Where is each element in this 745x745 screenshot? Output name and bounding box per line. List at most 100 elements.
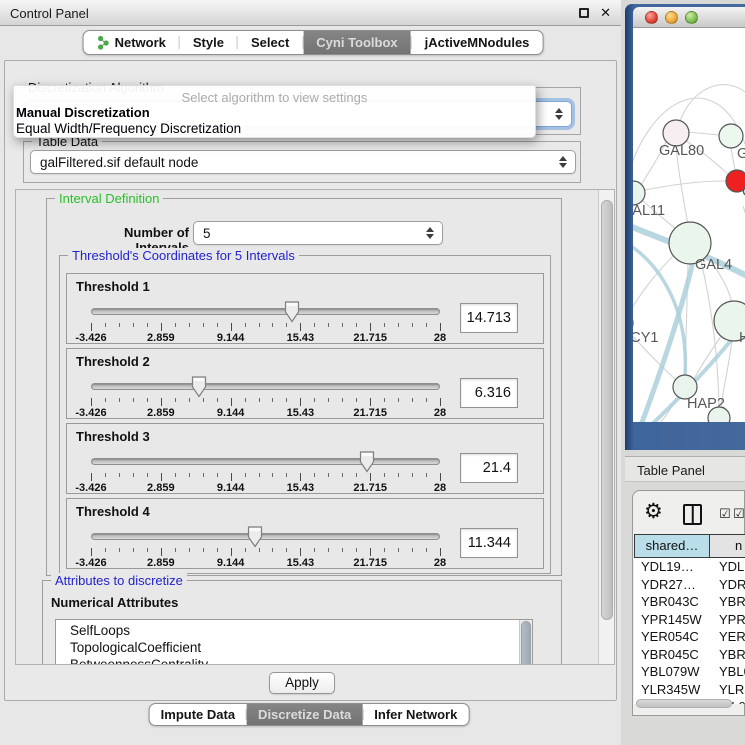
slider-tick-label: 21.715 — [335, 407, 405, 419]
close-traffic-light-icon[interactable] — [645, 11, 658, 24]
table-cell[interactable]: YBL0 — [710, 663, 745, 681]
slider-thumb[interactable] — [191, 376, 207, 398]
table-row[interactable]: YPR145WYPR1 — [634, 611, 745, 629]
float-window-icon[interactable] — [579, 8, 589, 18]
slider-track[interactable] — [91, 383, 440, 390]
table-cell[interactable]: YDL19… — [634, 558, 710, 576]
tab-discretize-data[interactable]: Discretize Data — [247, 704, 362, 725]
network-edge[interactable] — [731, 148, 735, 170]
table-row[interactable]: YDL19…YDL1 — [634, 558, 745, 576]
threshold-value-field[interactable]: 6.316 — [460, 378, 518, 408]
slider-tick — [272, 473, 273, 477]
combo-arrows-icon — [555, 108, 564, 120]
table-row[interactable]: YBR043CYBR0 — [634, 593, 745, 611]
network-canvas[interactable]: GAL80GACGAL11GAL4GCY1HHAP2 — [633, 28, 745, 422]
table-column-header[interactable]: n — [710, 534, 745, 558]
slider-thumb[interactable] — [359, 451, 375, 473]
table-cell[interactable]: YER0 — [710, 628, 745, 646]
settings-scrollbar[interactable] — [598, 190, 614, 664]
table-cell[interactable]: YBR045C — [634, 646, 710, 664]
slider-tick-label: -3.426 — [56, 407, 126, 419]
table-row[interactable]: YER054CYER0 — [634, 628, 745, 646]
threshold-value-field[interactable]: 11.344 — [460, 528, 518, 558]
attribute-list-item[interactable]: TopologicalCoefficient — [56, 639, 532, 656]
slider-thumb[interactable] — [247, 526, 263, 548]
threshold-value-field[interactable]: 14.713 — [460, 303, 518, 333]
threshold-slider[interactable]: -3.4262.8599.14415.4321.71528 — [91, 452, 440, 494]
table-column-header[interactable]: shared… — [634, 534, 710, 558]
apply-button[interactable]: Apply — [269, 672, 335, 694]
table-row[interactable]: YBR045CYBR0 — [634, 646, 745, 664]
minimize-traffic-light-icon[interactable] — [665, 11, 678, 24]
table-cell[interactable]: YDL1 — [710, 558, 745, 576]
network-edge[interactable] — [701, 261, 719, 407]
attributes-list-scrollbar-thumb[interactable] — [521, 621, 531, 665]
slider-tick-label: 2.859 — [126, 332, 196, 344]
attribute-list-item[interactable]: BetweennessCentrality — [56, 656, 532, 665]
table-cell[interactable]: YBR0 — [710, 646, 745, 664]
table-row[interactable]: YLR345WYLR3 — [634, 681, 745, 699]
zoom-traffic-light-icon[interactable] — [685, 11, 698, 24]
table-cell[interactable]: YPR1 — [710, 611, 745, 629]
slider-tick — [398, 398, 399, 402]
table-cell[interactable]: YLR345W — [634, 681, 710, 699]
threshold-label: Threshold 3 — [76, 429, 150, 444]
number-of-intervals-combobox[interactable]: 5 — [193, 221, 443, 245]
tab-impute-data[interactable]: Impute Data — [150, 704, 246, 725]
network-edge-thick[interactable] — [633, 242, 685, 376]
threshold-slider[interactable]: -3.4262.8599.14415.4321.71528 — [91, 527, 440, 569]
slider-tick — [272, 398, 273, 402]
algorithm-option-equal-width[interactable]: Equal Width/Frequency Discretization — [16, 121, 241, 136]
network-edge[interactable] — [688, 132, 719, 135]
table-cell[interactable]: YBR0 — [710, 593, 745, 611]
attributes-list-scrollbar[interactable] — [519, 620, 532, 665]
algorithm-dropdown-popup: Select algorithm to view settings Manual… — [13, 85, 536, 138]
table-cell[interactable]: YPR145W — [634, 611, 710, 629]
table-cell[interactable]: YDR27… — [634, 576, 710, 594]
table-cell[interactable]: YBR043C — [634, 593, 710, 611]
slider-track[interactable] — [91, 308, 440, 315]
network-edge[interactable] — [633, 398, 676, 422]
gear-icon[interactable]: ⚙ — [644, 499, 663, 523]
network-node-label: H — [739, 330, 745, 346]
tab-infer-network[interactable]: Infer Network — [363, 704, 468, 725]
tab-style[interactable]: Style — [180, 31, 237, 54]
table-horizontal-scrollbar[interactable] — [635, 698, 743, 710]
screen: Control Panel ✕ NetworkStyleSelectCyni T… — [0, 0, 745, 745]
tab-network[interactable]: Network — [84, 31, 179, 54]
network-node-ga[interactable] — [719, 124, 743, 148]
settings-scrollbar-thumb[interactable] — [601, 200, 613, 620]
columns-layout-icon[interactable] — [683, 504, 702, 525]
slider-thumb[interactable] — [284, 301, 300, 323]
table-horizontal-scrollbar-thumb[interactable] — [636, 699, 732, 708]
table-cell[interactable]: YBL079W — [634, 663, 710, 681]
attribute-list-item[interactable]: SelfLoops — [56, 622, 532, 639]
slider-tick — [161, 473, 162, 481]
table-row[interactable]: YBL079WYBL0 — [634, 663, 745, 681]
algorithm-option-manual[interactable]: Manual Discretization — [16, 105, 150, 120]
tab-select[interactable]: Select — [238, 31, 302, 54]
checkbox-checked-icon[interactable]: ☑ — [733, 507, 745, 522]
slider-tick — [203, 473, 204, 477]
slider-track[interactable] — [91, 533, 440, 540]
threshold-value-field[interactable]: 21.4 — [460, 453, 518, 483]
numerical-attributes-list[interactable]: SelfLoopsTopologicalCoefficientBetweenne… — [55, 619, 533, 665]
table-cell[interactable]: YDR2 — [710, 576, 745, 594]
slider-track[interactable] — [91, 458, 440, 465]
slider-tick — [286, 398, 287, 402]
table-cell[interactable]: YER054C — [634, 628, 710, 646]
slider-tick — [259, 398, 260, 402]
tab-cyni-toolbox[interactable]: Cyni Toolbox — [303, 31, 410, 54]
network-edge[interactable] — [680, 85, 745, 121]
attributes-group-title: Attributes to discretize — [51, 573, 187, 588]
threshold-slider[interactable]: -3.4262.8599.14415.4321.71528 — [91, 302, 440, 344]
network-edge[interactable] — [645, 181, 726, 190]
table-data-combobox[interactable]: galFiltered.sif default node — [30, 150, 576, 174]
threshold-slider[interactable]: -3.4262.8599.14415.4321.71528 — [91, 377, 440, 419]
network-window-titlebar[interactable] — [633, 7, 745, 28]
close-icon[interactable]: ✕ — [600, 5, 611, 21]
table-cell[interactable]: YLR3 — [710, 681, 745, 699]
table-row[interactable]: YDR27…YDR2 — [634, 576, 745, 594]
tab-jactivemnodules[interactable]: jActiveMNodules — [412, 31, 543, 54]
checkbox-checked-icon[interactable]: ☑ — [719, 507, 731, 522]
